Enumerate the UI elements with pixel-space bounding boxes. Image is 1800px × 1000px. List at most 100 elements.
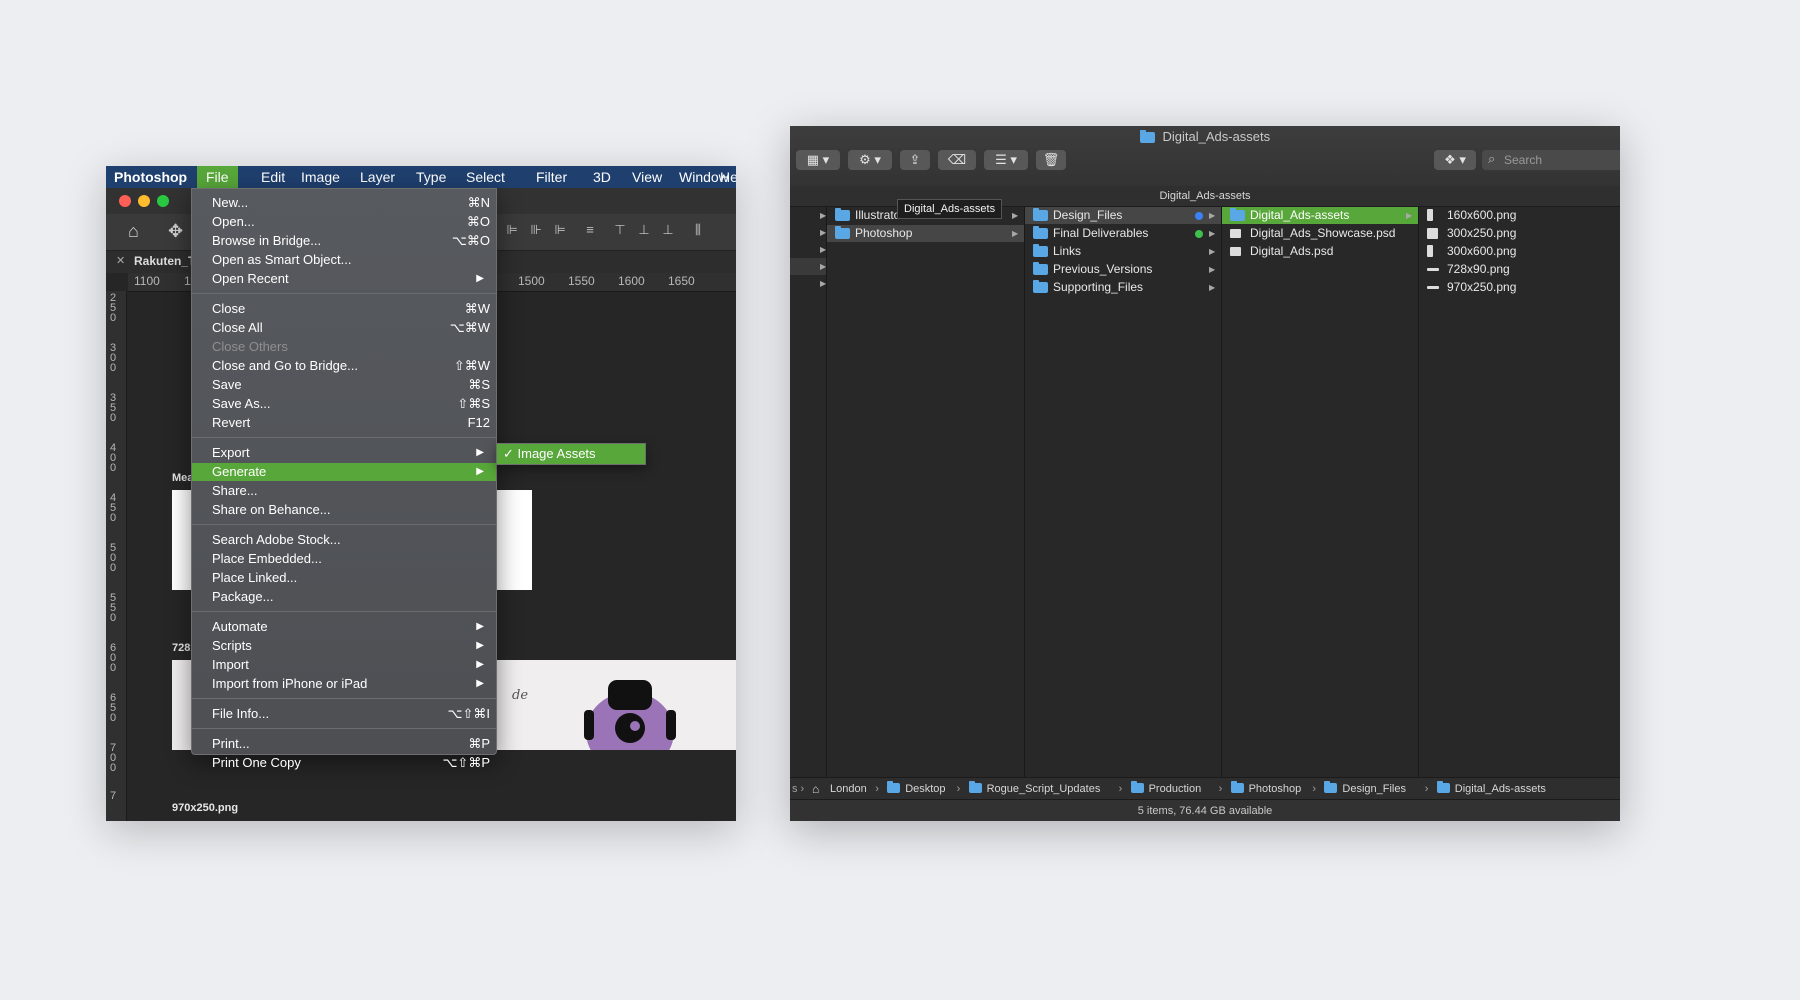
menu-photoshop[interactable]: Photoshop — [114, 166, 187, 188]
menu-item-export[interactable]: Export ▶ — [192, 444, 496, 462]
menu-type[interactable]: Type — [416, 166, 446, 188]
disclosure-triangle-icon[interactable]: ▶ — [820, 224, 826, 241]
list-item[interactable]: Photoshop ▶ — [827, 225, 1024, 242]
list-item[interactable]: ▶ — [790, 258, 826, 275]
image-assets-menu-item[interactable]: ✓ Image Assets — [503, 444, 596, 464]
align-center-icon[interactable]: ⊪ — [528, 222, 544, 240]
list-item[interactable]: Links ▶ — [1025, 243, 1221, 260]
menu-item-print[interactable]: Print... ⌘P — [192, 735, 496, 753]
dropbox-button[interactable]: ❖ ▾ — [1434, 150, 1476, 170]
breadcrumb-item[interactable]: Desktop — [887, 781, 946, 797]
zoom-window-button[interactable] — [157, 195, 169, 207]
menu-item-place-embedded[interactable]: Place Embedded... — [192, 550, 496, 568]
search-field[interactable]: ⌕ — [1482, 150, 1620, 170]
distribute-vertical-icon[interactable]: ⫼ — [690, 222, 706, 240]
close-window-button[interactable] — [119, 195, 131, 207]
distribute-icon[interactable]: ≡ — [582, 222, 598, 240]
align-middle-icon[interactable]: ⊥ — [636, 222, 652, 240]
list-item[interactable]: 160x600.png — [1419, 207, 1619, 224]
menu-item-close[interactable]: Close ⌘W — [192, 300, 496, 318]
list-item[interactable]: Digital_Ads.psd — [1222, 243, 1418, 260]
menu-item-label: Print One Copy — [212, 755, 301, 770]
menu-file[interactable]: File — [197, 166, 238, 188]
menu-view[interactable]: View — [632, 166, 662, 188]
align-left-icon[interactable]: ⊫ — [504, 222, 520, 240]
disclosure-triangle-icon[interactable]: ▶ — [820, 241, 826, 258]
menu-item-revert[interactable]: Revert F12 — [192, 414, 496, 432]
menu-item-close-and-go-to-bridge[interactable]: Close and Go to Bridge... ⇧⌘W — [192, 357, 496, 375]
vertical-ruler[interactable]: 250 300 350 400 450 500 550 600 650 700 … — [106, 291, 127, 821]
list-item[interactable]: Previous_Versions ▶ — [1025, 261, 1221, 278]
menu-item-generate[interactable]: Generate ▶ — [192, 463, 496, 481]
align-top-icon[interactable]: ⊤ — [612, 222, 628, 240]
menu-item-save-as[interactable]: Save As... ⇧⌘S — [192, 395, 496, 413]
list-item[interactable]: Design_Files ▶ — [1025, 207, 1221, 224]
action-gear-button[interactable]: ⚙ ▾ — [848, 150, 892, 170]
menu-item-search-adobe-stock[interactable]: Search Adobe Stock... — [192, 531, 496, 549]
menu-item-new[interactable]: New... ⌘N — [192, 194, 496, 212]
menu-item-package[interactable]: Package... — [192, 588, 496, 606]
menu-image[interactable]: Image — [301, 166, 340, 188]
breadcrumb-item[interactable]: Rogue_Script_Updates — [968, 781, 1100, 797]
menu-filter[interactable]: Filter — [536, 166, 567, 188]
disclosure-triangle-icon[interactable]: ▶ — [820, 275, 826, 292]
list-item[interactable]: ▶ — [790, 241, 826, 258]
list-item[interactable]: Final Deliverables ▶ — [1025, 225, 1221, 242]
menu-layer[interactable]: Layer — [360, 166, 395, 188]
menu-item-file-info[interactable]: File Info... ⌥⇧⌘I — [192, 705, 496, 723]
menu-item-browse-in-bridge[interactable]: Browse in Bridge... ⌥⌘O — [192, 232, 496, 250]
menu-item-save[interactable]: Save ⌘S — [192, 376, 496, 394]
menu-item-import-from-iphone-or-ipad[interactable]: Import from iPhone or iPad ▶ — [192, 675, 496, 693]
breadcrumb-item[interactable]: Design_Files — [1324, 781, 1406, 797]
list-item[interactable]: 970x250.png — [1419, 279, 1619, 296]
menu-select[interactable]: Select — [466, 166, 505, 188]
menu-3d[interactable]: 3D — [593, 166, 611, 188]
breadcrumb-item[interactable]: Photoshop — [1230, 781, 1301, 797]
arrange-button[interactable]: ☰ ▾ — [984, 150, 1028, 170]
minimize-window-button[interactable] — [138, 195, 150, 207]
menu-item-share-on-behance[interactable]: Share on Behance... — [192, 501, 496, 519]
menu-edit[interactable]: Edit — [261, 166, 285, 188]
breadcrumb-label: Design_Files — [1342, 783, 1406, 795]
list-item[interactable]: ▶ — [790, 207, 826, 224]
menu-item-open[interactable]: Open... ⌘O — [192, 213, 496, 231]
close-tab-icon[interactable]: ✕ — [116, 254, 125, 267]
list-item[interactable]: ▶ — [790, 224, 826, 241]
menu-item-scripts[interactable]: Scripts ▶ — [192, 637, 496, 655]
trash-icon[interactable]: 🗑 — [1036, 150, 1066, 170]
menu-item-open-as-smart-object[interactable]: Open as Smart Object... — [192, 251, 496, 269]
breadcrumb-item[interactable]: Production — [1130, 781, 1201, 797]
home-icon[interactable]: ⌂ — [128, 222, 139, 240]
generate-submenu[interactable]: ✓ Image Assets — [496, 443, 646, 465]
list-item[interactable]: 300x250.png — [1419, 225, 1619, 242]
menu-item-open-recent[interactable]: Open Recent ▶ — [192, 270, 496, 288]
search-input[interactable] — [1504, 150, 1614, 170]
breadcrumb-item[interactable]: Digital_Ads-assets — [1436, 781, 1546, 797]
menu-item-close-all[interactable]: Close All ⌥⌘W — [192, 319, 496, 337]
breadcrumb-overflow[interactable]: s › — [792, 781, 804, 797]
list-item[interactable]: ▶ — [790, 275, 826, 292]
disclosure-triangle-icon[interactable]: ▶ — [820, 207, 826, 224]
align-right-icon[interactable]: ⊫ — [552, 222, 568, 240]
list-item[interactable]: 728x90.png — [1419, 261, 1619, 278]
tags-button[interactable]: ⌫ — [938, 150, 976, 170]
breadcrumb-separator: › — [956, 783, 961, 795]
list-item[interactable]: 300x600.png — [1419, 243, 1619, 260]
view-options-button[interactable]: ▦ ▾ — [796, 150, 840, 170]
menu-help[interactable]: He — [720, 166, 736, 188]
ruler-label: 250 — [110, 292, 117, 324]
menu-item-import[interactable]: Import ▶ — [192, 656, 496, 674]
menu-item-print-one-copy[interactable]: Print One Copy ⌥⇧⌘P — [192, 754, 496, 772]
share-button[interactable]: ⇪ — [900, 150, 930, 170]
align-bottom-icon[interactable]: ⊥ — [660, 222, 676, 240]
breadcrumb-item[interactable]: ⌂ London — [812, 781, 867, 797]
list-item[interactable]: Digital_Ads-assets ▶ — [1222, 207, 1418, 224]
list-item[interactable]: Supporting_Files ▶ — [1025, 279, 1221, 296]
move-tool-icon[interactable]: ✥ — [168, 222, 183, 240]
breadcrumb-separator: › — [1218, 783, 1223, 795]
disclosure-triangle-icon[interactable]: ▶ — [820, 258, 826, 275]
menu-item-share[interactable]: Share... — [192, 482, 496, 500]
list-item[interactable]: Digital_Ads_Showcase.psd — [1222, 225, 1418, 242]
menu-item-automate[interactable]: Automate ▶ — [192, 618, 496, 636]
menu-item-place-linked[interactable]: Place Linked... — [192, 569, 496, 587]
